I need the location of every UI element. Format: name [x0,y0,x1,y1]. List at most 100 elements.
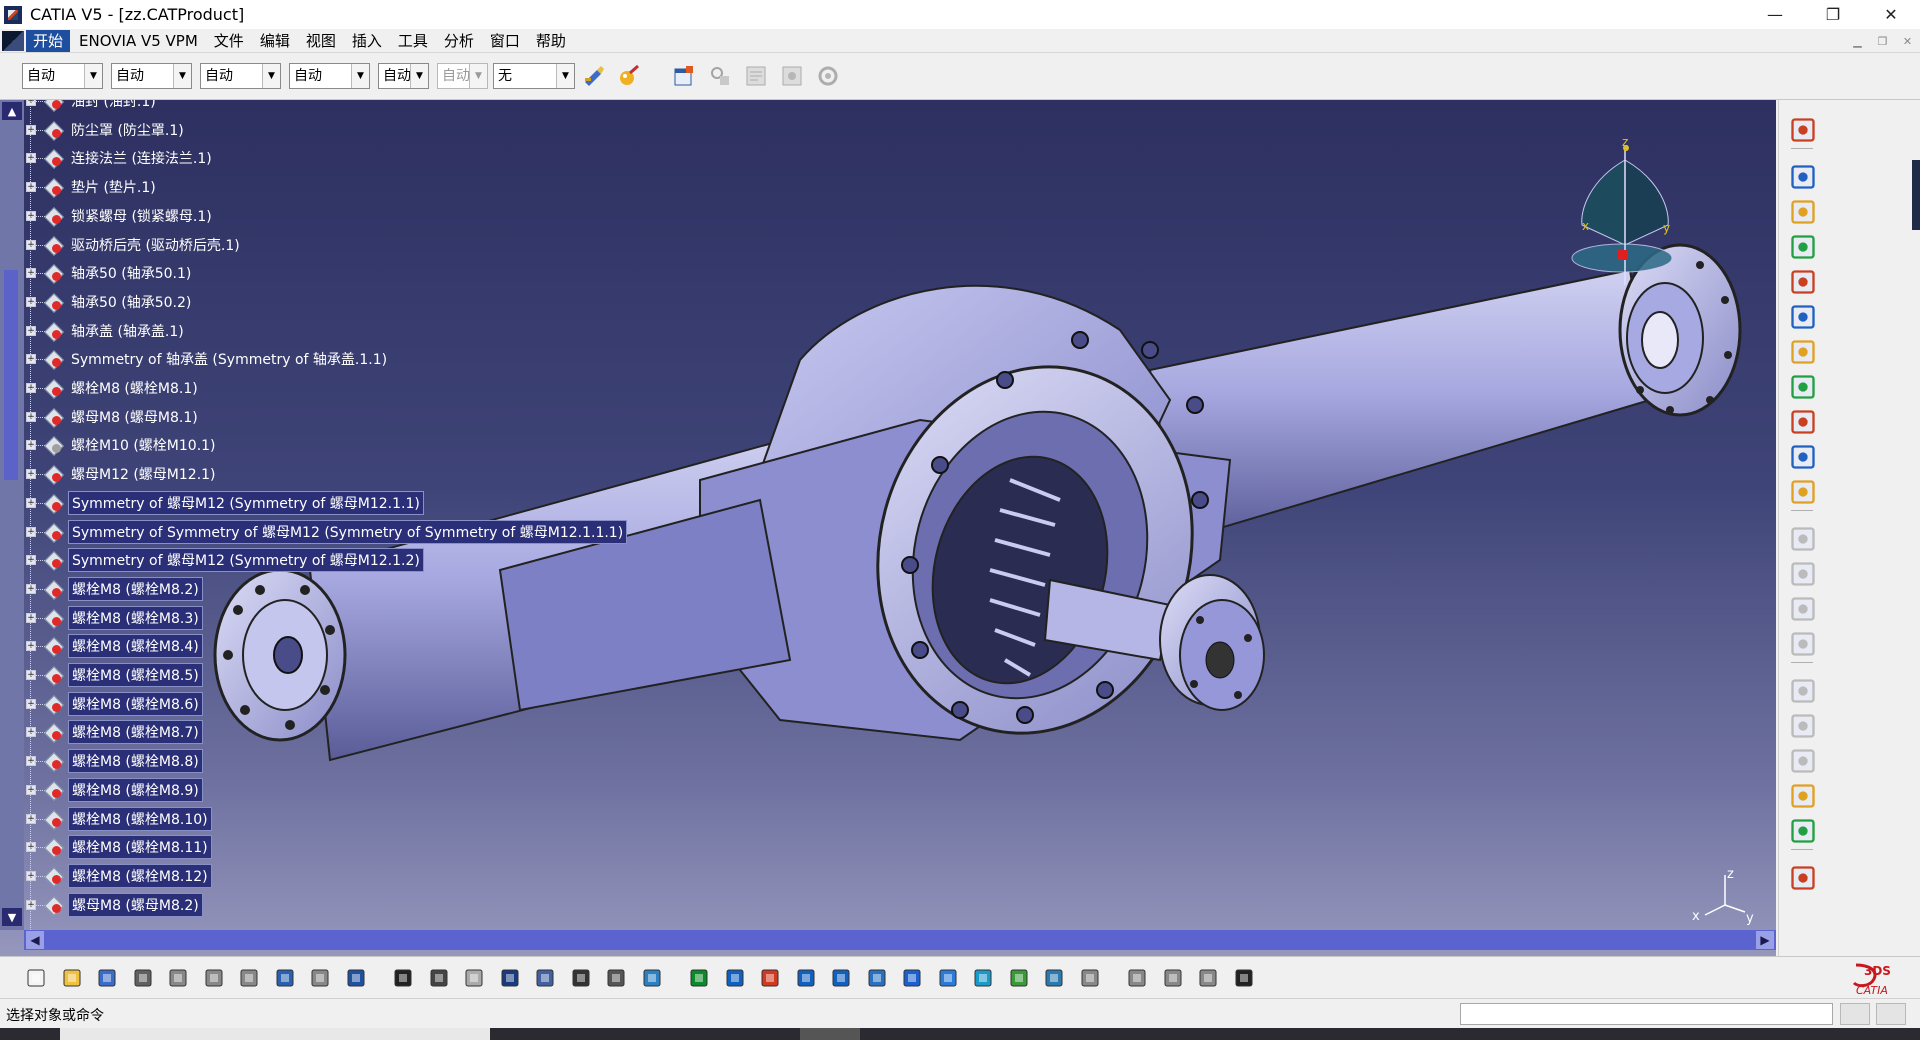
graphic-properties-icon[interactable] [614,62,642,90]
scroll-up-arrow-icon[interactable]: ▲ [2,102,22,120]
tree-item-label[interactable]: Symmetry of 螺母M12 (Symmetry of 螺母M12.1.2… [68,548,424,573]
tree-item-label[interactable]: 螺母M8 (螺母M8.1) [68,406,201,428]
tree-item-label[interactable]: Symmetry of Symmetry of 螺母M12 (Symmetry … [68,519,628,544]
tree-item[interactable]: + 驱动桥后壳 (驱动桥后壳.1) [26,234,243,256]
tree-item-label[interactable]: 螺栓M8 (螺栓M8.2) [68,576,203,601]
replace-component-icon[interactable] [1789,303,1817,331]
tree-item[interactable]: + Symmetry of 螺母M12 (Symmetry of 螺母M12.1.… [26,490,424,515]
gear-icon-1[interactable] [1789,163,1817,191]
doc-minimize-button[interactable]: ▁ [1845,29,1870,53]
tree-item-label[interactable]: 螺栓M8 (螺栓M8.10) [68,806,212,831]
chevron-down-icon[interactable]: ▼ [351,64,369,88]
right-toolbar-scroll-handle[interactable] [1912,160,1920,230]
tree-item[interactable]: + 螺栓M8 (螺栓M8.10) [26,806,212,831]
tree-item[interactable]: + 螺栓M8 (螺栓M8.6) [26,691,203,716]
taskbar-app-button[interactable] [800,1028,860,1040]
scroll-down-arrow-icon[interactable]: ▼ [2,908,22,926]
menu-insert[interactable]: 插入 [345,30,389,52]
table-icon[interactable] [496,964,524,992]
restore-button[interactable]: ❐ [1804,0,1862,29]
tree-item[interactable]: + 轴承50 (轴承50.2) [26,291,194,313]
snap-icon[interactable] [1076,964,1104,992]
tree-item[interactable]: + 连接法兰 (连接法兰.1) [26,147,215,169]
tree-item[interactable]: + 螺栓M8 (螺栓M8.8) [26,749,203,774]
rotate-icon[interactable] [756,964,784,992]
scroll-right-arrow-icon[interactable]: ▶ [1756,931,1774,949]
viewport-horizontal-scrollbar[interactable]: ◀ ▶ [24,930,1776,950]
snap-icon[interactable] [1789,747,1817,775]
tree-item-label[interactable]: 螺栓M8 (螺栓M8.8) [68,749,203,774]
fly-mode-icon[interactable] [638,964,666,992]
new-icon[interactable] [22,964,50,992]
status-button-1[interactable] [1840,1003,1870,1025]
tree-item-label[interactable]: 防尘罩 (防尘罩.1) [68,119,187,141]
line-type-combo[interactable]: 自动 ▼ [289,63,370,89]
product-icon-3[interactable] [814,62,842,90]
explode-icon[interactable] [1789,677,1817,705]
tree-item[interactable]: + 螺母M12 (螺母M12.1) [26,463,219,485]
gear-icon-2[interactable] [1789,198,1817,226]
tree-item-label[interactable]: 螺母M8 (螺母M8.2) [68,892,203,917]
product-icon-2[interactable] [778,62,806,90]
tree-item-label[interactable]: 轴承盖 (轴承盖.1) [68,320,187,342]
tree-item[interactable]: + 螺栓M8 (螺栓M8.11) [26,835,212,860]
tree-item-label[interactable]: 螺栓M8 (螺栓M8.6) [68,691,203,716]
chevron-down-icon[interactable]: ▼ [556,64,574,88]
color-combo[interactable]: 自动 ▼ [22,63,103,89]
manipulation-icon[interactable] [1789,712,1817,740]
tree-item-label[interactable]: 螺栓M8 (螺栓M8.5) [68,663,203,687]
tree-item[interactable]: + 轴承50 (轴承50.1) [26,262,194,284]
chevron-down-icon[interactable]: ▼ [84,64,102,88]
scroll-left-arrow-icon[interactable]: ◀ [26,931,44,949]
menu-help[interactable]: 帮助 [529,30,573,52]
tree-item[interactable]: + Symmetry of Symmetry of 螺母M12 (Symmetry… [26,519,628,544]
document-menu-icon[interactable] [2,30,24,51]
menu-tools[interactable]: 工具 [391,30,435,52]
chevron-down-icon[interactable]: ▼ [173,64,191,88]
copy-icon[interactable] [200,964,228,992]
menu-edit[interactable]: 编辑 [253,30,297,52]
scene-icon[interactable] [1789,864,1817,892]
chevron-down-icon[interactable]: ▼ [262,64,280,88]
measure-icon[interactable] [567,964,595,992]
tree-item[interactable]: + 螺栓M8 (螺栓M8.12) [26,863,212,888]
normal-view-icon[interactable] [863,964,891,992]
tree-item[interactable]: + 螺栓M8 (螺栓M8.4) [26,634,203,659]
tree-item-label[interactable]: 螺栓M8 (螺栓M8.3) [68,605,203,630]
tree-item[interactable]: + 螺栓M8 (螺栓M8.5) [26,663,203,687]
iso-view-icon[interactable] [934,964,962,992]
tree-item[interactable]: + 垫片 (垫片.1) [26,176,159,198]
tree-item-label[interactable]: Symmetry of 轴承盖 (Symmetry of 轴承盖.1.1) [68,348,390,370]
compass-widget[interactable]: z x y [1560,120,1690,290]
bulb-icon[interactable] [1789,782,1817,810]
tree-item-label[interactable]: 垫片 (垫片.1) [68,176,159,198]
multi-view-icon[interactable] [898,964,926,992]
command-input[interactable] [1460,1003,1833,1025]
assembly-constraint-icon[interactable] [706,62,734,90]
close-button[interactable]: ✕ [1862,0,1920,29]
swap-visible-icon[interactable] [1040,964,1068,992]
minimize-button[interactable]: — [1746,0,1804,29]
camera-icon[interactable] [1230,964,1258,992]
tree-item[interactable]: + Symmetry of 螺母M12 (Symmetry of 螺母M12.1.… [26,548,424,573]
reorder-icon[interactable] [1789,338,1817,366]
transparency-combo[interactable]: 自动 ▼ [111,63,192,89]
tree-item[interactable]: + 油封 (油封.1) [26,100,159,112]
tree-item[interactable]: + 螺母M8 (螺母M8.2) [26,892,203,917]
tree-expand-icon[interactable] [531,964,559,992]
graph-tree-icon[interactable] [1789,408,1817,436]
product-icon-1[interactable] [742,62,770,90]
3d-viewport[interactable]: z x y z x y ▲ ▼ + 油封 (油封.1) + 防尘罩 (防尘罩.1) + 连… [0,100,1776,956]
knowledge-icon[interactable] [460,964,488,992]
constraint-icon-1[interactable] [1789,525,1817,553]
save-icon[interactable] [93,964,121,992]
tree-item-label[interactable]: 连接法兰 (连接法兰.1) [68,147,215,169]
tree-item[interactable]: + 防尘罩 (防尘罩.1) [26,119,187,141]
layer-combo[interactable]: 无 ▼ [493,63,575,89]
tree-item[interactable]: + 轴承盖 (轴承盖.1) [26,320,187,342]
tree-item-label[interactable]: Symmetry of 螺母M12 (Symmetry of 螺母M12.1.1… [68,490,424,515]
menu-start[interactable]: 开始 [26,29,71,52]
chevron-down-icon[interactable]: ▼ [410,64,428,88]
comment-icon[interactable] [425,964,453,992]
cut-icon[interactable] [164,964,192,992]
